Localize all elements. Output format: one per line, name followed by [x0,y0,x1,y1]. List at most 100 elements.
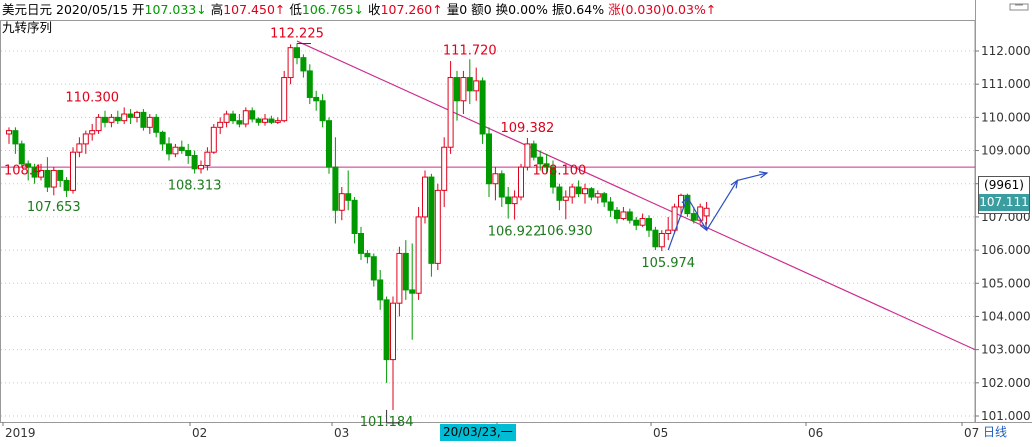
price-badge-code: (9961) [984,178,1024,192]
candle-body [178,146,185,152]
low-label: 低 [289,2,302,17]
candle-body [441,146,448,191]
candle-body [146,116,153,128]
y-tick-label: 106.000 [981,243,1031,257]
candle-body [415,216,422,294]
candle-body [646,218,652,231]
chart-window: 101.000 102.000 103.000 104.000 105.000 106.0… [0,0,1032,443]
candle-body [70,151,76,191]
price-label-low: 107.653 [27,200,81,215]
candle-body [294,47,300,59]
candle-body [492,173,499,185]
x-tick-label: 02 [192,426,207,440]
candle-body [319,100,326,122]
close-label: 收 [368,2,381,17]
candle-body [588,188,595,198]
candle-body [582,188,588,195]
candle-body [652,229,659,248]
candle-body [18,143,25,165]
y-tick-label: 111.000 [981,77,1031,91]
candle-body [306,70,313,98]
candle-body [140,111,147,128]
candle-body [230,113,236,122]
amount-label: 额 [471,2,484,17]
candle-body [242,110,249,125]
annotation-arrow [667,196,688,251]
candle-body [620,211,627,220]
candle-body [383,299,390,361]
volume-label: 量 [446,2,460,17]
candle-body [594,193,601,198]
candle-body [518,166,524,198]
candle-body [63,179,70,191]
arrow-head [730,179,739,189]
candle-body [191,155,198,170]
candle-body [665,229,672,235]
candle-body [217,121,224,128]
candle-body [422,176,428,218]
candle-body [377,279,384,301]
y-tick-label: 101.000 [981,409,1031,423]
candle-body [338,193,345,211]
candle-body [172,146,179,155]
candle-body [351,199,358,234]
open-value: 107.033↓ [144,2,207,17]
candle-body [12,130,19,145]
candle-body [185,150,192,157]
amplitude-value: 0.64% [564,2,605,17]
price-label-high: 109.382 [501,121,555,136]
candle-body [479,80,486,135]
candle-body [134,111,140,118]
candle-body [434,189,441,264]
period-label[interactable]: 日线 [983,424,1007,441]
candle-body [345,193,352,201]
candle-body [236,120,243,125]
window-toggle-icon[interactable] [1008,2,1030,12]
candle-body [76,143,83,153]
candle-body [690,213,697,221]
candle-body [460,77,467,102]
candle-body [575,186,582,195]
volume-value: 0 [459,2,468,17]
candle-body [114,116,121,122]
candle-body [121,113,128,122]
x-tick-label: 05 [653,426,668,440]
candle-body [409,289,416,294]
candle-body [498,173,505,198]
annotation-arrow [706,180,738,231]
plot-frame [0,20,976,423]
candle-body [530,143,537,158]
candle-body [633,219,640,226]
y-tick-label: 110.000 [981,110,1031,124]
candle-body [89,130,96,135]
price-label-high: 111.720 [443,43,497,58]
candle-body [402,252,409,291]
high-label: 高 [210,2,224,17]
candle-body [223,113,230,123]
x-tick-label: 2019 [5,426,36,440]
candle-body [255,118,262,123]
candle-body [44,169,51,188]
y-tick-label: 104.000 [981,309,1031,323]
close-value: 107.260↑ [380,2,443,17]
turnover-label: 换 [495,2,509,17]
quote-header: 美元日元 2020/05/15 开107.033↓ 高107.450↑ 低106… [2,1,716,19]
y-tick-label: 103.000 [981,343,1031,357]
candle-body [50,169,57,188]
high-value: 107.450↑ [223,2,286,17]
candle-body [274,120,281,123]
candle-body [262,118,268,123]
candle-body [326,120,332,168]
candle-body [281,77,288,122]
candle-body [626,211,633,221]
candle-body [614,209,620,220]
candlestick-chart[interactable]: 101.000 102.000 103.000 104.000 105.000 106.0… [0,0,1032,443]
candle-body [370,256,377,281]
candle-body [358,233,364,254]
candle-body [332,166,339,211]
candle-body [210,126,217,153]
candle-body [204,151,211,166]
price-label-left: 108.4 [4,163,41,178]
open-label: 开 [132,2,145,17]
price-label-high: 110.300 [65,90,119,105]
